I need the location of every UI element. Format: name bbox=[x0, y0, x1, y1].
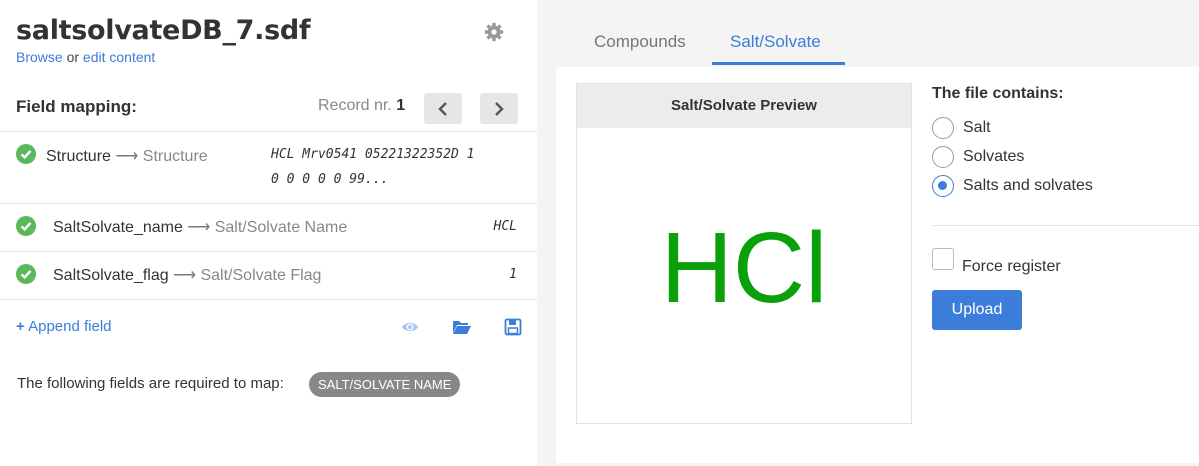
force-register-label: Force register bbox=[962, 258, 1061, 275]
upload-button[interactable]: Upload bbox=[932, 290, 1022, 330]
tab-bar: Compounds Salt/Solvate bbox=[537, 0, 1199, 66]
field-mapping-title: Field mapping: bbox=[16, 97, 137, 116]
radio-button-selected[interactable] bbox=[932, 175, 954, 197]
arrow-right-icon: ⟶ bbox=[187, 219, 211, 236]
record-indicator: Record nr. 1 bbox=[318, 97, 405, 115]
tab-salt-solvate[interactable]: Salt/Solvate bbox=[730, 32, 821, 52]
field-value: HCL bbox=[493, 219, 517, 234]
field-value: 1 bbox=[509, 267, 517, 282]
file-contains-options: The file contains: Salt Solvates Salts a… bbox=[932, 85, 1199, 330]
active-tab-indicator bbox=[712, 62, 845, 65]
or-text: or bbox=[62, 49, 83, 65]
append-field-label: Append field bbox=[28, 318, 112, 335]
mapping-row-flag[interactable]: SaltSolvate_flag ⟶ Salt/Solvate Flag 1 bbox=[0, 252, 537, 300]
target-field: Salt/Solvate Name bbox=[214, 219, 348, 236]
gear-icon[interactable] bbox=[484, 22, 504, 42]
append-field-link[interactable]: + Append field bbox=[16, 318, 112, 335]
check-circle-icon bbox=[16, 144, 36, 164]
previous-record-button[interactable] bbox=[424, 93, 462, 124]
force-register-option[interactable]: Force register bbox=[932, 248, 1061, 276]
radio-salt[interactable]: Salt bbox=[932, 116, 991, 140]
mapping-row-name[interactable]: SaltSolvate_name ⟶ Salt/Solvate Name HCL bbox=[0, 204, 537, 252]
salt-solvate-preview: Salt/Solvate Preview HCl bbox=[576, 83, 912, 424]
browse-line: Browse or edit content bbox=[16, 49, 155, 65]
target-field: Structure bbox=[142, 148, 208, 165]
field-value-line: HCL Mrv0541 05221322352D 1 bbox=[271, 147, 475, 162]
radio-solvates[interactable]: Solvates bbox=[932, 145, 1024, 169]
plus-icon: + bbox=[16, 318, 25, 335]
radio-label: Salt bbox=[963, 119, 991, 136]
target-field: Salt/Solvate Flag bbox=[200, 267, 322, 284]
field-value: HCL Mrv0541 05221322352D 1 0 0 0 0 0 99.… bbox=[271, 142, 475, 192]
radio-button[interactable] bbox=[932, 146, 954, 168]
field-value-line: 0 0 0 0 0 99... bbox=[271, 172, 389, 187]
file-title: saltsolvateDB_7.sdf bbox=[16, 15, 311, 46]
record-number: 1 bbox=[396, 97, 406, 114]
chevron-right-icon bbox=[495, 101, 504, 116]
preview-title: Salt/Solvate Preview bbox=[577, 84, 911, 128]
folder-open-icon[interactable] bbox=[452, 318, 472, 336]
mapping-field: SaltSolvate_name ⟶ Salt/Solvate Name bbox=[53, 217, 347, 237]
source-field: SaltSolvate_flag bbox=[53, 267, 169, 284]
divider bbox=[932, 225, 1199, 226]
next-record-button[interactable] bbox=[480, 93, 518, 124]
save-icon[interactable] bbox=[504, 318, 522, 336]
molecule-formula: HCl bbox=[660, 212, 828, 324]
eye-icon[interactable] bbox=[401, 318, 419, 336]
radio-label: Solvates bbox=[963, 148, 1025, 165]
check-circle-icon bbox=[16, 264, 36, 284]
preview-canvas: HCl bbox=[577, 128, 911, 423]
file-contains-title: The file contains: bbox=[932, 85, 1064, 102]
arrow-right-icon: ⟶ bbox=[173, 267, 197, 284]
source-field: SaltSolvate_name bbox=[53, 219, 183, 236]
record-label: Record nr. bbox=[318, 97, 397, 114]
field-mapping-header: Field mapping: Record nr. 1 bbox=[0, 84, 537, 132]
radio-button[interactable] bbox=[932, 117, 954, 139]
mapping-row-structure[interactable]: Structure ⟶ Structure HCL Mrv0541 052213… bbox=[0, 132, 537, 204]
required-field-badge: SALT/SOLVATE NAME bbox=[309, 372, 461, 397]
mapping-field: Structure ⟶ Structure bbox=[46, 146, 208, 166]
check-circle-icon bbox=[16, 216, 36, 236]
mapping-panel: saltsolvateDB_7.sdf Browse or edit conte… bbox=[0, 0, 537, 466]
browse-link[interactable]: Browse bbox=[16, 49, 63, 65]
tab-compounds[interactable]: Compounds bbox=[594, 32, 686, 52]
salt-solvate-content: Salt/Solvate Preview HCl The file contai… bbox=[556, 67, 1199, 463]
import-panel: Compounds Salt/Solvate Salt/Solvate Prev… bbox=[537, 0, 1199, 466]
mapping-field: SaltSolvate_flag ⟶ Salt/Solvate Flag bbox=[53, 265, 321, 285]
chevron-left-icon bbox=[438, 101, 447, 116]
source-field: Structure bbox=[46, 148, 111, 165]
required-fields-text: The following fields are required to map… bbox=[17, 375, 284, 392]
radio-salts-and-solvates[interactable]: Salts and solvates bbox=[932, 174, 1093, 198]
arrow-right-icon: ⟶ bbox=[115, 148, 139, 165]
force-register-checkbox[interactable] bbox=[932, 248, 954, 270]
radio-label: Salts and solvates bbox=[963, 177, 1093, 194]
edit-content-link[interactable]: edit content bbox=[83, 49, 155, 65]
